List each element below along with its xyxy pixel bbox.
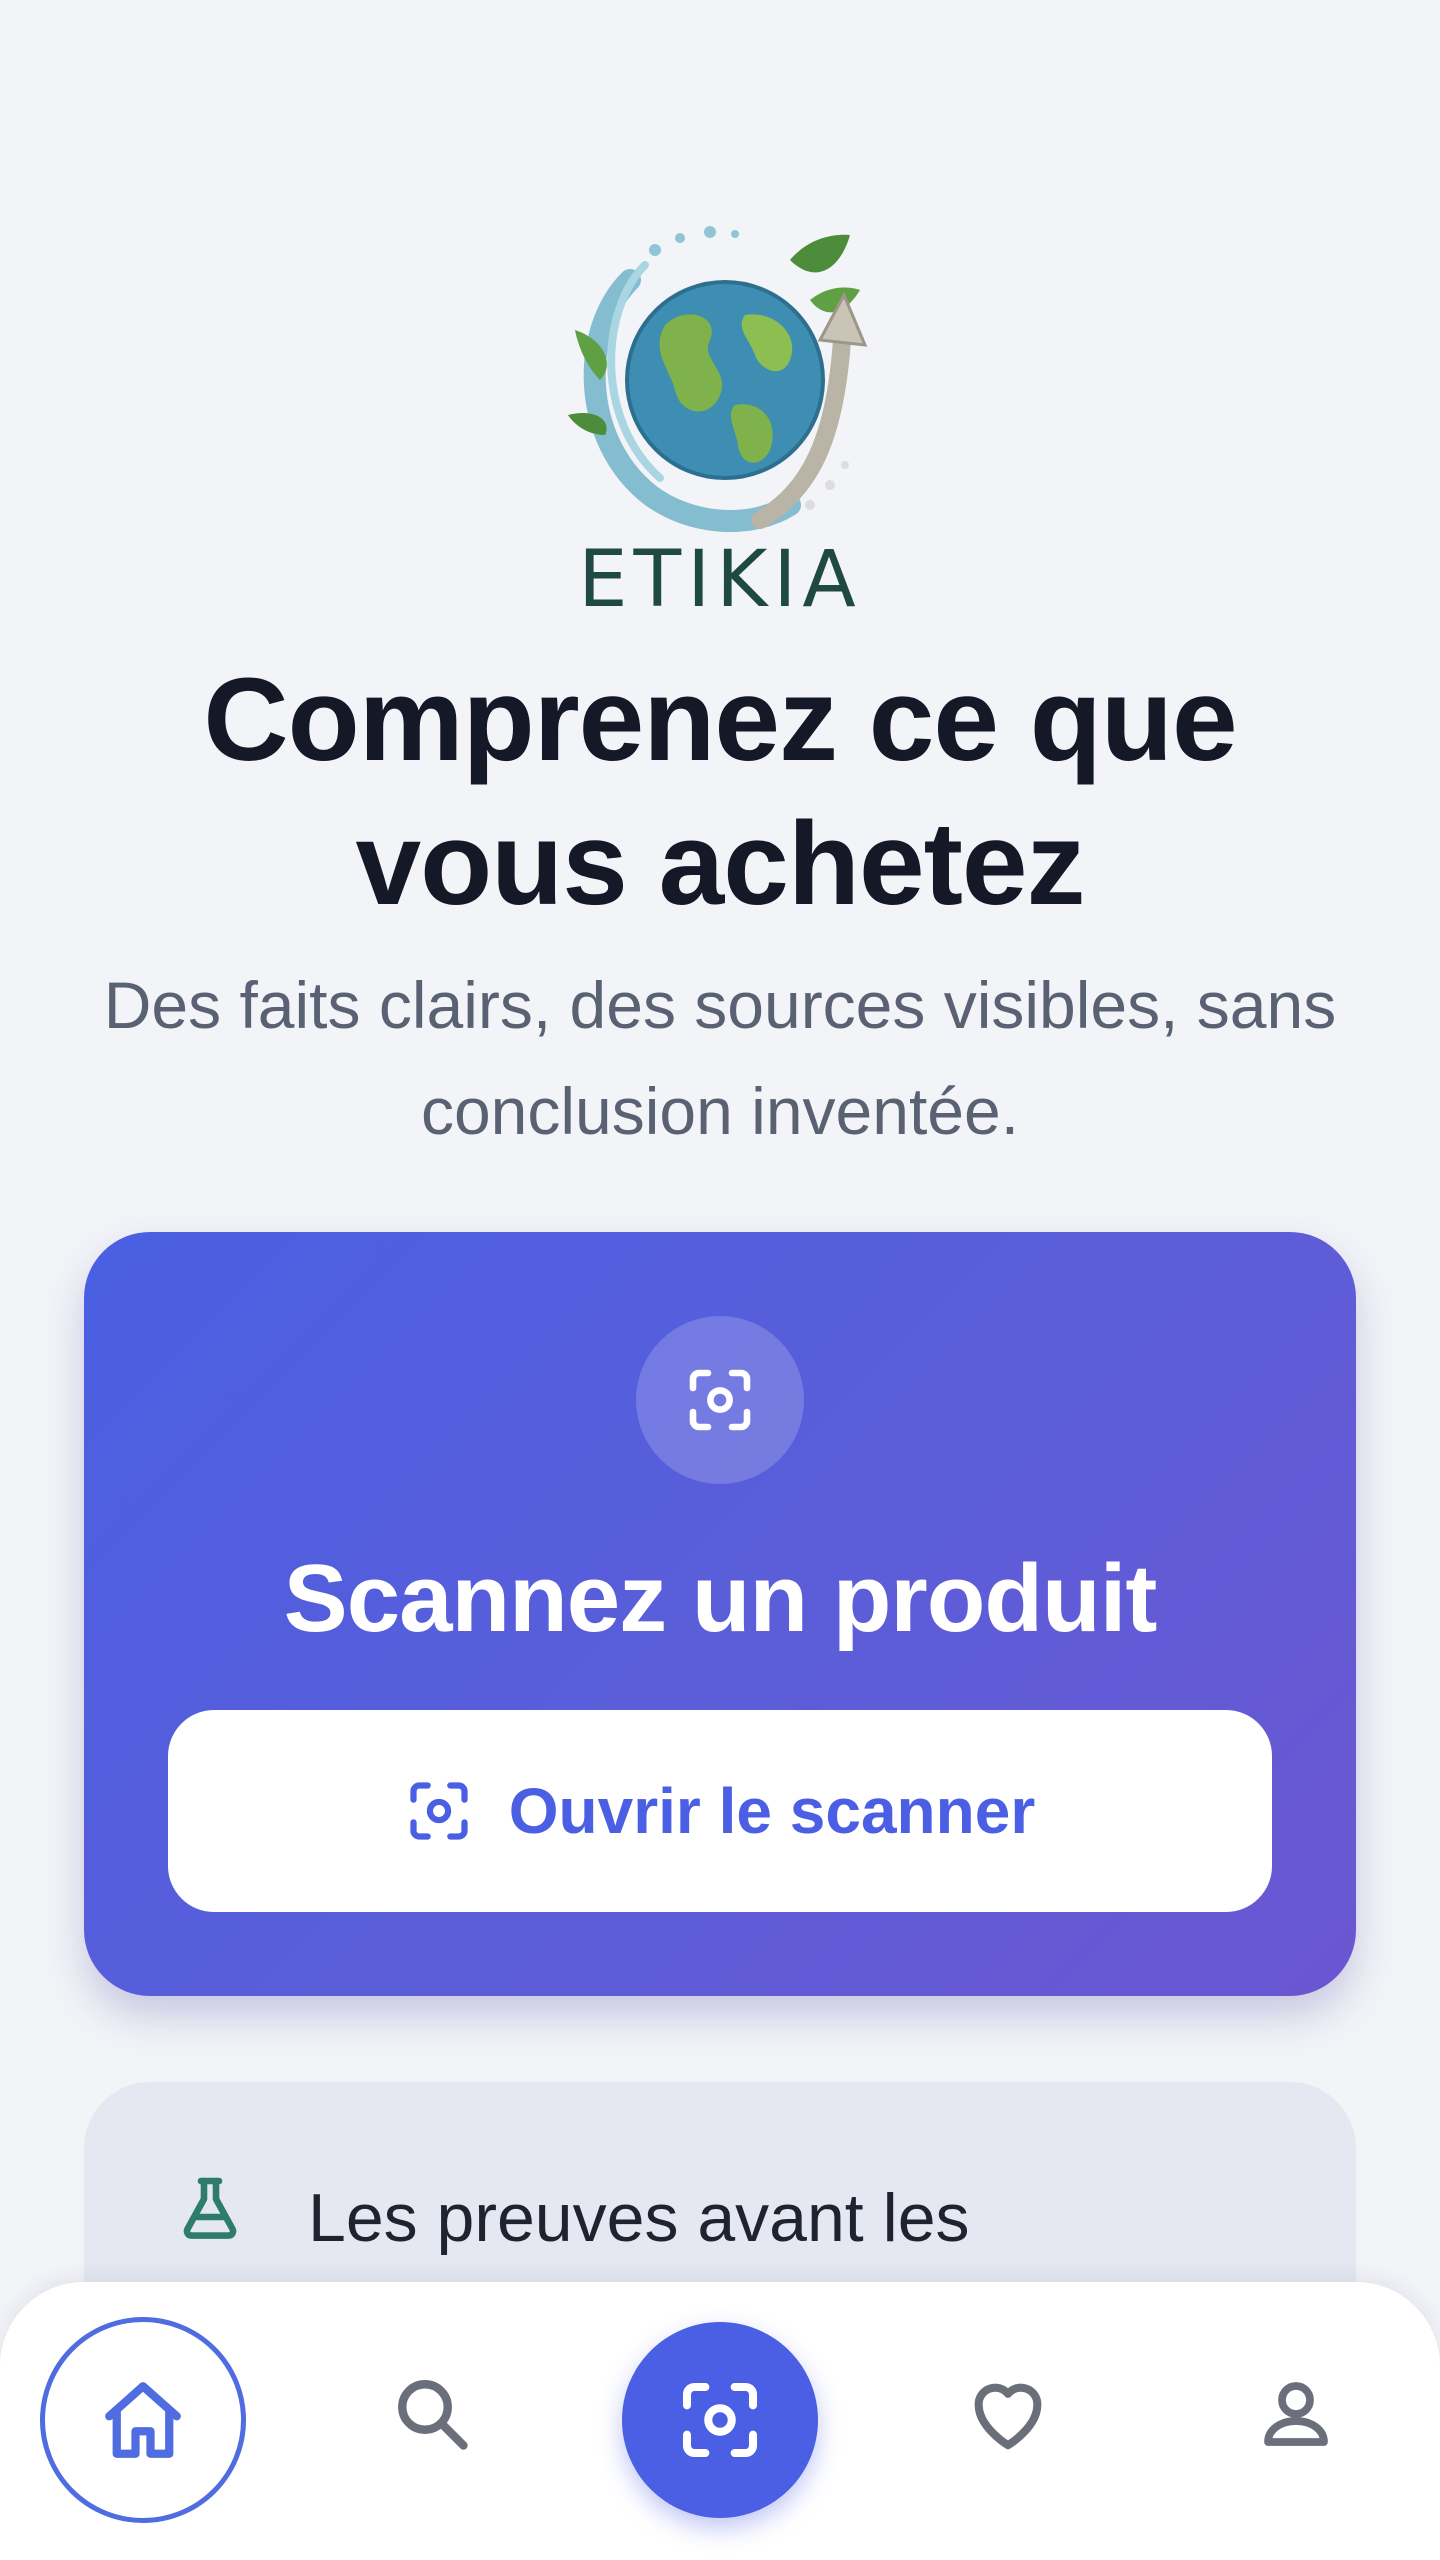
bottom-nav [0, 2282, 1440, 2560]
search-icon [398, 2380, 468, 2450]
nav-home-button[interactable] [40, 2317, 246, 2523]
flask-icon [183, 2177, 237, 2239]
nav-search-button[interactable] [358, 2340, 506, 2488]
home-screen: ETIKIA Comprenez ce que vous achetez Des… [0, 0, 1440, 2560]
heart-icon [974, 2383, 1042, 2450]
hero-subtitle: Des faits clairs, des sources visibles, … [103, 968, 1337, 1148]
scan-icon [410, 1782, 468, 1840]
scan-badge [636, 1316, 804, 1484]
earth-logo-icon [568, 226, 868, 532]
open-scanner-button[interactable]: Ouvrir le scanner [168, 1710, 1272, 1912]
scan-icon [689, 1369, 751, 1431]
open-scanner-label: Ouvrir le scanner [508, 1775, 1036, 1847]
nav-scan-button[interactable] [622, 2322, 818, 2518]
scan-icon [682, 2382, 758, 2458]
nav-profile-button[interactable] [1222, 2340, 1370, 2488]
profile-icon [1264, 2382, 1328, 2446]
nav-favorites-button[interactable] [934, 2340, 1082, 2488]
brand-logo: ETIKIA [520, 200, 920, 630]
scan-card: Scannez un produit Ouvrir le scanner [84, 1232, 1356, 1996]
hero-title: Comprenez ce que vous achetez [203, 654, 1237, 930]
home-icon [105, 2382, 181, 2458]
scan-card-title: Scannez un produit [283, 1545, 1158, 1652]
brand-name: ETIKIA [578, 535, 862, 625]
